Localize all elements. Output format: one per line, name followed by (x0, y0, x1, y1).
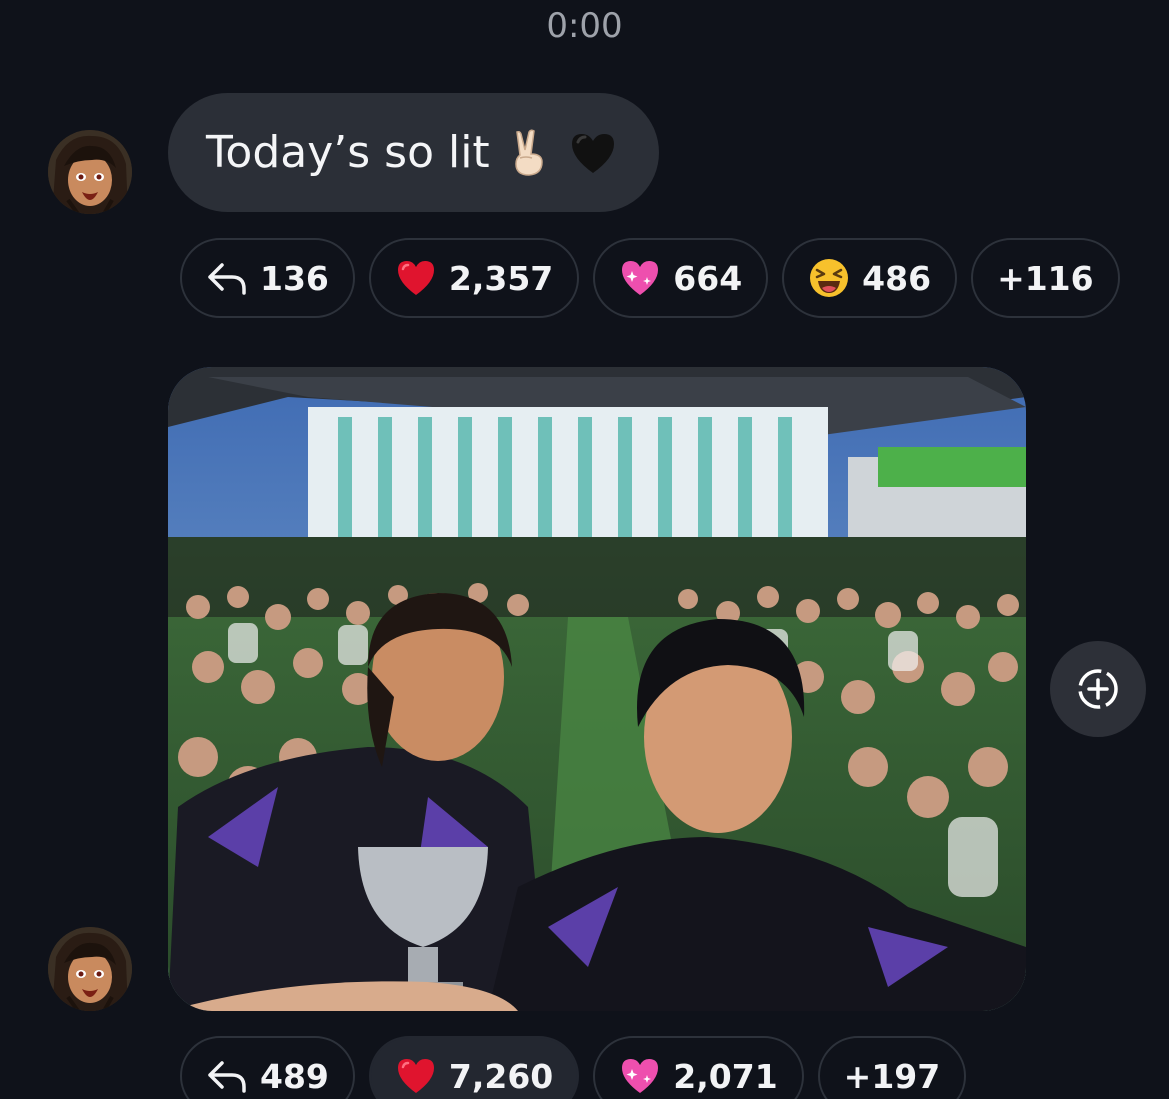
red-heart-icon (397, 261, 434, 295)
more-reactions-button[interactable]: +116 (971, 238, 1120, 318)
heart-reaction-button[interactable]: 7,260 (368, 1036, 580, 1099)
sparkling-heart-count: 2,071 (673, 1056, 778, 1096)
message-timestamp: 0:00 (546, 6, 623, 46)
black-heart-icon (568, 128, 618, 178)
laughing-face-icon (810, 259, 849, 297)
photo-image (168, 367, 1026, 1011)
message-bubble[interactable]: Today’s so lit (168, 93, 659, 212)
avatar-image (48, 927, 132, 1011)
chat-screen: 0:00 Today’s so lit 136 2,357 664 486 +1… (0, 0, 1169, 1099)
reply-count: 136 (260, 258, 329, 298)
victory-hand-icon (504, 128, 554, 178)
add-circle-icon (1078, 669, 1118, 709)
sparkling-heart-icon (622, 1059, 659, 1093)
avatar-image (48, 130, 132, 214)
shared-photo[interactable] (168, 367, 1026, 1011)
reply-count: 489 (260, 1056, 329, 1096)
more-reactions-count: +197 (843, 1056, 941, 1096)
reply-count-button[interactable]: 136 (180, 238, 355, 318)
avatar[interactable] (48, 927, 132, 1011)
save-photo-button[interactable] (1050, 641, 1146, 737)
reply-arrow-icon (208, 263, 246, 295)
more-reactions-count: +116 (997, 258, 1094, 298)
message-text: Today’s so lit (206, 127, 490, 178)
avatar[interactable] (48, 130, 132, 214)
sparkling-heart-count: 664 (673, 258, 743, 298)
heart-count: 2,357 (448, 258, 554, 298)
heart-reaction-button[interactable]: 2,357 (368, 238, 580, 318)
more-reactions-button[interactable]: +197 (817, 1036, 967, 1099)
reply-count-button[interactable]: 489 (180, 1036, 355, 1099)
laughing-count: 486 (862, 258, 932, 298)
sparkling-heart-icon (622, 261, 659, 295)
red-heart-icon (397, 1059, 434, 1093)
reaction-bar: 489 7,260 2,071 +197 (180, 1036, 967, 1099)
laughing-reaction-button[interactable]: 486 (782, 238, 958, 318)
reaction-bar: 136 2,357 664 486 +116 (180, 238, 1120, 318)
heart-count: 7,260 (448, 1056, 554, 1096)
sparkling-heart-reaction-button[interactable]: 664 (593, 238, 769, 318)
sparkling-heart-reaction-button[interactable]: 2,071 (593, 1036, 804, 1099)
reply-arrow-icon (208, 1061, 246, 1093)
